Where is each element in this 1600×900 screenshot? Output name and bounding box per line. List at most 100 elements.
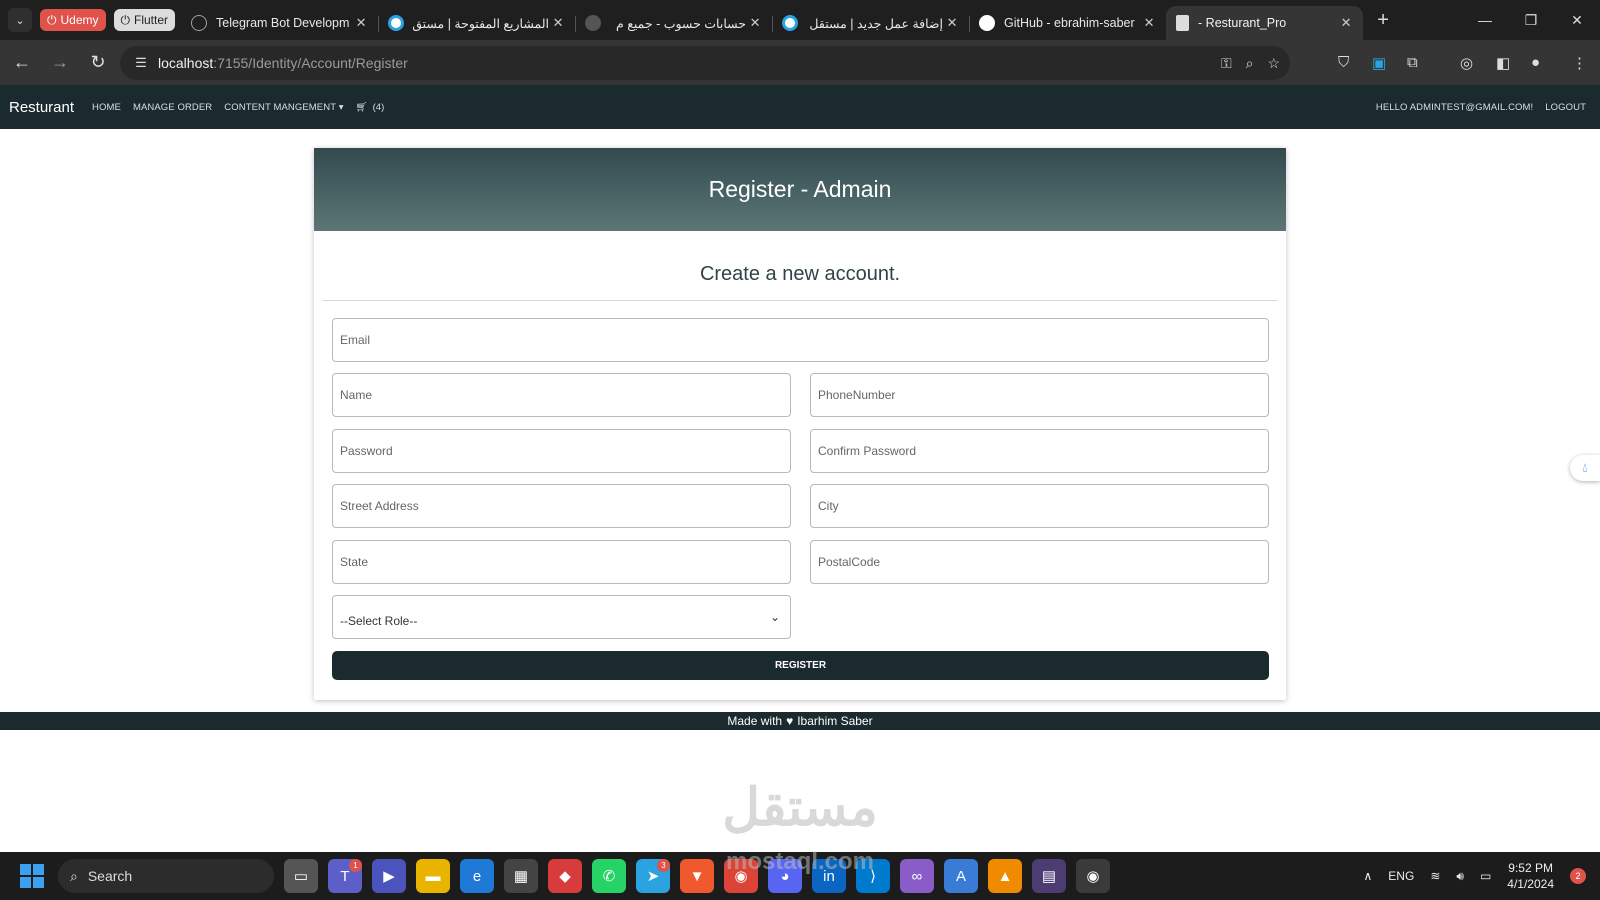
- logout-link[interactable]: LOGOUT: [1545, 102, 1586, 113]
- role-select[interactable]: --Select Role-- ⌄: [332, 595, 791, 639]
- volume-icon[interactable]: 🔊︎: [1456, 869, 1464, 884]
- phone-number-field[interactable]: PhoneNumber: [810, 373, 1269, 417]
- chevron-down-icon: ⌄: [769, 610, 780, 624]
- nav-cart[interactable]: 🛒︎ (4): [356, 102, 385, 113]
- browser-tab[interactable]: حسابات حسوب - جميع م ✕: [575, 6, 774, 40]
- browser-tab[interactable]: GitHub - ebrahim-saber ✕: [969, 6, 1168, 40]
- loading-icon: [585, 15, 602, 31]
- battery-icon[interactable]: ▭: [1480, 869, 1491, 883]
- close-tab-icon[interactable]: ✕: [1140, 15, 1158, 31]
- whatsapp-icon[interactable]: ✆: [592, 859, 626, 893]
- tray-chevron-up-icon[interactable]: ∧: [1364, 869, 1373, 883]
- extensions-puzzle-icon[interactable]: ⧉: [1407, 40, 1418, 85]
- teams-badge: 1: [349, 859, 362, 872]
- minimize-icon[interactable]: —: [1462, 0, 1508, 40]
- close-tab-icon[interactable]: ✕: [1337, 15, 1355, 31]
- close-tab-icon[interactable]: ✕: [352, 15, 370, 31]
- browser-toolbar: ← → ↻ ☰ localhost:7155/Identity/Account/…: [0, 40, 1600, 85]
- forward-arrow-icon[interactable]: →: [44, 47, 76, 79]
- teams-icon[interactable]: T1: [328, 859, 362, 893]
- role-select-value: --Select Role--: [340, 614, 418, 628]
- confirm-password-field[interactable]: Confirm Password: [810, 429, 1269, 473]
- divider: [322, 300, 1278, 301]
- terminal-icon[interactable]: ▤: [1032, 859, 1066, 893]
- nav-home[interactable]: HOME: [92, 102, 121, 113]
- chrome-active-icon[interactable]: ◉: [1076, 859, 1110, 893]
- vlc-icon[interactable]: ▲: [988, 859, 1022, 893]
- notification-badge[interactable]: 2: [1570, 868, 1586, 884]
- zoom-icon[interactable]: ⌕: [1246, 55, 1254, 72]
- floating-drop-icon[interactable]: 💧︎: [1570, 455, 1600, 481]
- performance-icon[interactable]: ◎: [1460, 40, 1473, 85]
- task-view-icon[interactable]: ▭: [284, 859, 318, 893]
- form-subtitle: Create a new account.: [699, 263, 901, 285]
- new-tab-plus-icon[interactable]: +: [1369, 9, 1397, 32]
- street-address-field[interactable]: Street Address: [332, 484, 791, 528]
- register-button[interactable]: REGISTER: [332, 651, 1269, 680]
- wifi-icon[interactable]: ≋: [1430, 869, 1440, 883]
- tab-list: Telegram Bot Developm ✕ المشاريع المفتوح…: [181, 0, 1364, 40]
- meet-icon[interactable]: ▶: [372, 859, 406, 893]
- footer-author: Ibarhim Saber: [797, 714, 873, 728]
- kebab-menu-icon[interactable]: ⋮: [1572, 40, 1587, 85]
- mostaql-icon: [388, 15, 405, 31]
- close-window-icon[interactable]: ✕: [1554, 0, 1600, 40]
- watermark-latin: mostaql.com: [725, 848, 875, 875]
- windows-start-icon[interactable]: [20, 864, 44, 888]
- close-tab-icon[interactable]: ✕: [943, 15, 961, 31]
- bookmark-star-icon[interactable]: ☆: [1267, 55, 1280, 72]
- brand-link[interactable]: Resturant: [9, 99, 74, 116]
- state-field[interactable]: State: [332, 540, 791, 584]
- user-greeting-link[interactable]: HELLO ADMINTEST@GMAIL.COM!: [1376, 102, 1533, 113]
- store-icon[interactable]: ▦: [504, 859, 538, 893]
- profile-avatar-icon[interactable]: ●: [1531, 40, 1540, 85]
- browser-tab[interactable]: المشاريع المفتوحة | مستق ✕: [378, 6, 577, 40]
- password-field[interactable]: Password: [332, 429, 791, 473]
- postal-code-field[interactable]: PostalCode: [810, 540, 1269, 584]
- document-icon: [1176, 15, 1190, 31]
- cart-icon: 🛒︎: [355, 101, 368, 113]
- browser-tab[interactable]: Telegram Bot Developm ✕: [181, 6, 380, 40]
- tab-title: إضافة عمل جديد | مستقل: [809, 16, 944, 31]
- language-indicator[interactable]: ENG: [1388, 869, 1414, 883]
- shield-extension-icon[interactable]: ⛉: [1338, 40, 1349, 85]
- address-bar[interactable]: ☰ localhost:7155/Identity/Account/Regist…: [120, 46, 1290, 80]
- pinned-tab-flutter[interactable]: ⏻ Flutter: [113, 9, 176, 31]
- side-panel-icon[interactable]: ◧: [1496, 40, 1510, 85]
- file-explorer-icon[interactable]: ▬: [416, 859, 450, 893]
- taskbar-search[interactable]: ⌕ Search: [58, 859, 274, 893]
- email-field[interactable]: Email: [332, 318, 1269, 362]
- register-card: Register - Admain Create a new account. …: [314, 148, 1286, 700]
- clock[interactable]: 9:52 PM 4/1/2024: [1507, 860, 1554, 892]
- system-tray: ∧ ENG ≋ 🔊︎ ▭ 9:52 PM 4/1/2024 2: [1364, 852, 1600, 900]
- tab-title: حسابات حسوب - جميع م: [616, 16, 747, 31]
- drop-extension-icon[interactable]: ▣: [1372, 40, 1386, 85]
- telegram-icon[interactable]: ➤ 3: [636, 859, 670, 893]
- visual-studio-icon[interactable]: ∞: [900, 859, 934, 893]
- browser-tab-active[interactable]: - Resturant_Pro ✕: [1166, 6, 1364, 40]
- tab-search-chevron-icon[interactable]: ⌄: [8, 8, 32, 32]
- close-tab-icon[interactable]: ✕: [549, 15, 567, 31]
- url-host: localhost: [158, 55, 214, 71]
- browser-tab[interactable]: إضافة عمل جديد | مستقل ✕: [772, 6, 971, 40]
- tab-title: Telegram Bot Developm: [216, 16, 350, 30]
- back-arrow-icon[interactable]: ←: [6, 47, 38, 79]
- pinned-tab-udemy[interactable]: ⏻ Udemy: [40, 9, 106, 31]
- nav-content-management-label: CONTENT MANGEMENT: [224, 101, 336, 113]
- edge-icon[interactable]: e: [460, 859, 494, 893]
- address-url[interactable]: localhost:7155/Identity/Account/Register: [158, 55, 408, 71]
- password-key-icon[interactable]: ⚿: [1221, 55, 1232, 72]
- city-field[interactable]: City: [810, 484, 1269, 528]
- site-info-icon[interactable]: ☰: [126, 55, 156, 71]
- nav-manage-order[interactable]: MANAGE ORDER: [133, 102, 212, 113]
- android-studio-icon[interactable]: A: [944, 859, 978, 893]
- name-field[interactable]: Name: [332, 373, 791, 417]
- reload-icon[interactable]: ↻: [82, 47, 114, 79]
- nav-content-management-dropdown[interactable]: CONTENT MANGEMENT ▾: [224, 102, 343, 113]
- anydesk-icon[interactable]: ◆: [548, 859, 582, 893]
- footer-text-before: Made with: [727, 714, 783, 728]
- github-icon: [979, 15, 996, 31]
- close-tab-icon[interactable]: ✕: [746, 15, 764, 31]
- restore-icon[interactable]: ❐: [1508, 0, 1554, 40]
- pinned-tab-label: Udemy: [60, 13, 99, 27]
